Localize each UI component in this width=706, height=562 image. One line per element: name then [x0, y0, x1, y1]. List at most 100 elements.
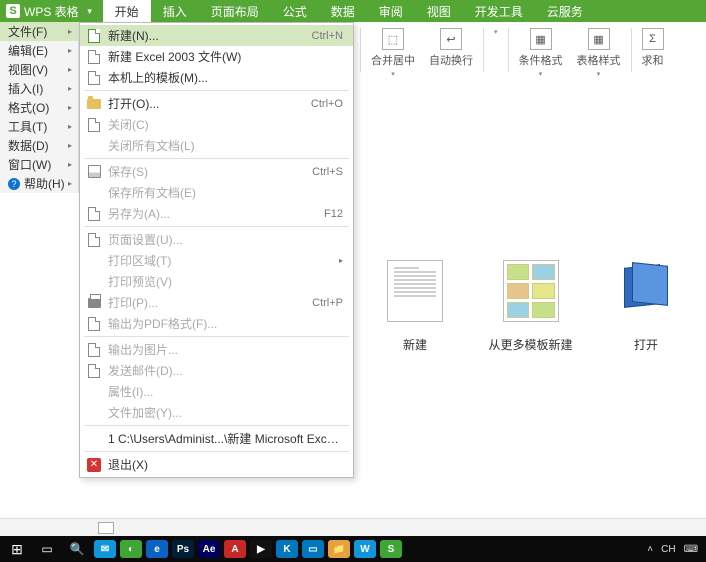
document-icon	[86, 49, 102, 65]
sum-button[interactable]: Σ 求和	[638, 28, 668, 68]
menu-shortcut: Ctrl+S	[312, 166, 343, 178]
taskbar-app[interactable]: W	[354, 540, 376, 558]
legacy-menu-item[interactable]: 文件(F)▸	[0, 22, 78, 41]
taskbar-app-ie[interactable]: e	[146, 540, 168, 558]
ribbon-tab[interactable]: 开发工具	[463, 0, 535, 22]
ribbon-content: ⬚ 合并居中 ▾ ↩ 自动换行 ▾ ▦ 条件格式 ▾ ▦ 表格样式 ▾ Σ 求和	[354, 22, 706, 80]
legacy-menu-bar: 文件(F)▸编辑(E)▸视图(V)▸插入(I)▸格式(O)▸工具(T)▸数据(D…	[0, 22, 79, 193]
file-menu-item[interactable]: 新建(N)...Ctrl+N	[80, 25, 353, 46]
taskbar-app[interactable]: ▶	[250, 540, 272, 558]
legacy-menu-item[interactable]: 数据(D)▸	[0, 136, 78, 155]
app-menu-dropdown-icon[interactable]: ▾	[83, 6, 97, 17]
table-style-button[interactable]: ▦ 表格样式 ▾	[573, 28, 625, 78]
status-bar	[0, 518, 706, 536]
spacer-icon	[86, 185, 102, 201]
merge-center-button[interactable]: ⬚ 合并居中 ▾	[367, 28, 419, 78]
ime-indicator[interactable]: CH	[661, 544, 675, 555]
legacy-menu-label: 帮助(H)	[24, 175, 65, 192]
ime-options-icon[interactable]: ⌨	[684, 544, 698, 555]
legacy-menu-item[interactable]: ?帮助(H)▸	[0, 174, 78, 193]
chevron-right-icon: ▸	[68, 103, 72, 112]
menu-item-label: 退出(X)	[108, 456, 343, 473]
taskbar-app-ae[interactable]: Ae	[198, 540, 220, 558]
menu-item-label: 输出为PDF格式(F)...	[108, 315, 343, 332]
menu-item-label: 关闭(C)	[108, 116, 343, 133]
menu-item-label: 另存为(A)...	[108, 205, 324, 222]
spacer-icon	[86, 138, 102, 154]
menu-item-label: 文件加密(Y)...	[108, 404, 343, 421]
file-menu-item[interactable]: ✕ 退出(X)	[80, 454, 353, 475]
document-icon	[86, 363, 102, 379]
file-menu-item[interactable]: 本机上的模板(M)...	[80, 67, 353, 88]
legacy-menu-item[interactable]: 编辑(E)▸	[0, 41, 78, 60]
ribbon-tab[interactable]: 插入	[151, 0, 199, 22]
chevron-right-icon: ▸	[68, 179, 72, 188]
spacer-icon	[86, 405, 102, 421]
system-tray[interactable]: ˄ CH ⌨	[647, 544, 702, 555]
taskbar-app[interactable]: ✉	[94, 540, 116, 558]
number-format-group[interactable]: ▾	[490, 28, 502, 36]
legacy-menu-label: 工具(T)	[8, 118, 47, 135]
tray-chevron-up-icon[interactable]: ˄	[647, 544, 653, 555]
taskbar-app-ps[interactable]: Ps	[172, 540, 194, 558]
legacy-menu-item[interactable]: 工具(T) ▸	[0, 117, 78, 136]
taskbar-app[interactable]: ◐	[120, 540, 142, 558]
menu-separator	[84, 90, 349, 91]
table-style-label: 表格样式	[577, 52, 621, 68]
legacy-menu-item[interactable]: 格式(O)▸	[0, 98, 78, 117]
save-icon	[86, 164, 102, 180]
ribbon-tab[interactable]: 视图	[415, 0, 463, 22]
taskbar-app[interactable]: ▭	[302, 540, 324, 558]
menu-item-label: 新建 Excel 2003 文件(W)	[108, 48, 343, 65]
chevron-right-icon: ▸	[68, 122, 72, 131]
legacy-menu-item[interactable]: 视图(V)▸	[0, 60, 78, 79]
menu-item-label: 输出为图片...	[108, 341, 343, 358]
ribbon-separator	[508, 28, 509, 72]
new-blank-card[interactable]: 新建	[365, 260, 465, 353]
search-icon[interactable]: 🔍	[64, 539, 90, 559]
task-view-button[interactable]: ▭	[34, 539, 60, 559]
file-menu-item: 另存为(A)...F12	[80, 203, 353, 224]
legacy-menu-item[interactable]: 插入(I)▸	[0, 79, 78, 98]
ribbon-tab[interactable]: 数据	[319, 0, 367, 22]
menu-item-label: 属性(I)...	[108, 383, 343, 400]
ribbon-tab[interactable]: 云服务	[535, 0, 595, 22]
ribbon-tab[interactable]: 审阅	[367, 0, 415, 22]
ribbon-separator	[483, 28, 484, 72]
legacy-menu-item[interactable]: 窗口(W)▸	[0, 155, 78, 174]
print-icon	[86, 295, 102, 311]
menu-item-label: 发送邮件(D)...	[108, 362, 343, 379]
auto-wrap-icon: ↩	[440, 28, 462, 50]
start-button[interactable]: ⊞	[4, 539, 30, 559]
ribbon-tab[interactable]: 页面布局	[199, 0, 271, 22]
file-menu-item[interactable]: 1 C:\Users\Administ...\新建 Microsoft Exce…	[80, 428, 353, 449]
taskbar-app[interactable]: A	[224, 540, 246, 558]
sheet-tabs-icon[interactable]	[98, 522, 114, 534]
legacy-menu-label: 插入(I)	[8, 80, 43, 97]
open-card[interactable]: 打开	[596, 260, 696, 353]
taskbar-app-explorer[interactable]: 📁	[328, 540, 350, 558]
app-logo-group[interactable]: S WPS 表格 ▾	[0, 3, 103, 20]
new-template-card[interactable]: 从更多模板新建	[481, 260, 581, 353]
blank-doc-thumb-icon	[387, 260, 443, 322]
chevron-right-icon: ▸	[68, 46, 72, 55]
exit-icon: ✕	[86, 457, 102, 473]
file-menu-item: 输出为图片...	[80, 339, 353, 360]
open-label: 打开	[634, 336, 658, 353]
taskbar-app-wps[interactable]: S	[380, 540, 402, 558]
title-bar: S WPS 表格 ▾ 开始插入页面布局公式数据审阅视图开发工具云服务	[0, 0, 706, 22]
document-icon	[86, 232, 102, 248]
auto-wrap-button[interactable]: ↩ 自动换行	[425, 28, 477, 68]
taskbar-app[interactable]: K	[276, 540, 298, 558]
file-menu-item[interactable]: 打开(O)...Ctrl+O	[80, 93, 353, 114]
ribbon-tab[interactable]: 开始	[103, 0, 151, 22]
merge-center-label: 合并居中	[371, 52, 415, 68]
document-icon	[86, 117, 102, 133]
cond-format-button[interactable]: ▦ 条件格式 ▾	[515, 28, 567, 78]
ribbon-tab[interactable]: 公式	[271, 0, 319, 22]
file-menu-item[interactable]: 新建 Excel 2003 文件(W)	[80, 46, 353, 67]
chevron-right-icon: ▸	[68, 65, 72, 74]
wps-logo-icon: S	[6, 4, 20, 18]
cond-format-label: 条件格式	[519, 52, 563, 68]
windows-taskbar: ⊞ ▭ 🔍 ✉ ◐ e Ps Ae A ▶ K ▭ 📁 W S ˄ CH ⌨	[0, 536, 706, 562]
